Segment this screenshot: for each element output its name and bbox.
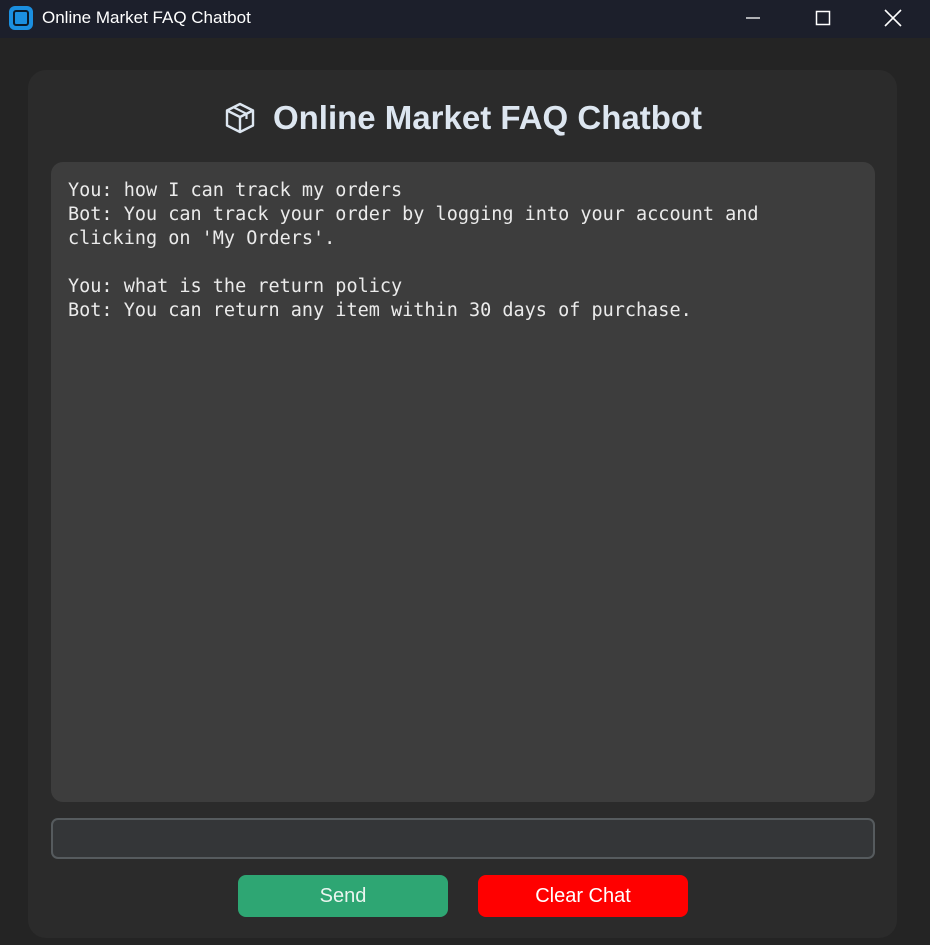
close-icon	[884, 9, 902, 27]
minimize-button[interactable]	[718, 0, 788, 36]
package-icon	[223, 101, 257, 135]
message-input[interactable]	[51, 818, 875, 859]
maximize-icon	[815, 10, 831, 26]
header: Online Market FAQ Chatbot	[28, 98, 897, 138]
title-bar[interactable]: Online Market FAQ Chatbot	[0, 0, 930, 38]
app-icon	[9, 6, 33, 30]
minimize-icon	[746, 17, 760, 19]
chat-log: You: how I can track my orders Bot: You …	[68, 180, 759, 321]
maximize-button[interactable]	[788, 0, 858, 36]
window-title: Online Market FAQ Chatbot	[42, 8, 251, 27]
close-button[interactable]	[858, 0, 928, 36]
chat-display[interactable]: You: how I can track my orders Bot: You …	[51, 162, 875, 802]
clear-chat-button[interactable]: Clear Chat	[478, 875, 688, 917]
main-panel: Online Market FAQ Chatbot You: how I can…	[28, 70, 897, 938]
send-button[interactable]: Send	[238, 875, 448, 917]
app-window: Online Market FAQ Chatbot Online Market …	[0, 0, 930, 945]
page-title: Online Market FAQ Chatbot	[272, 99, 703, 136]
